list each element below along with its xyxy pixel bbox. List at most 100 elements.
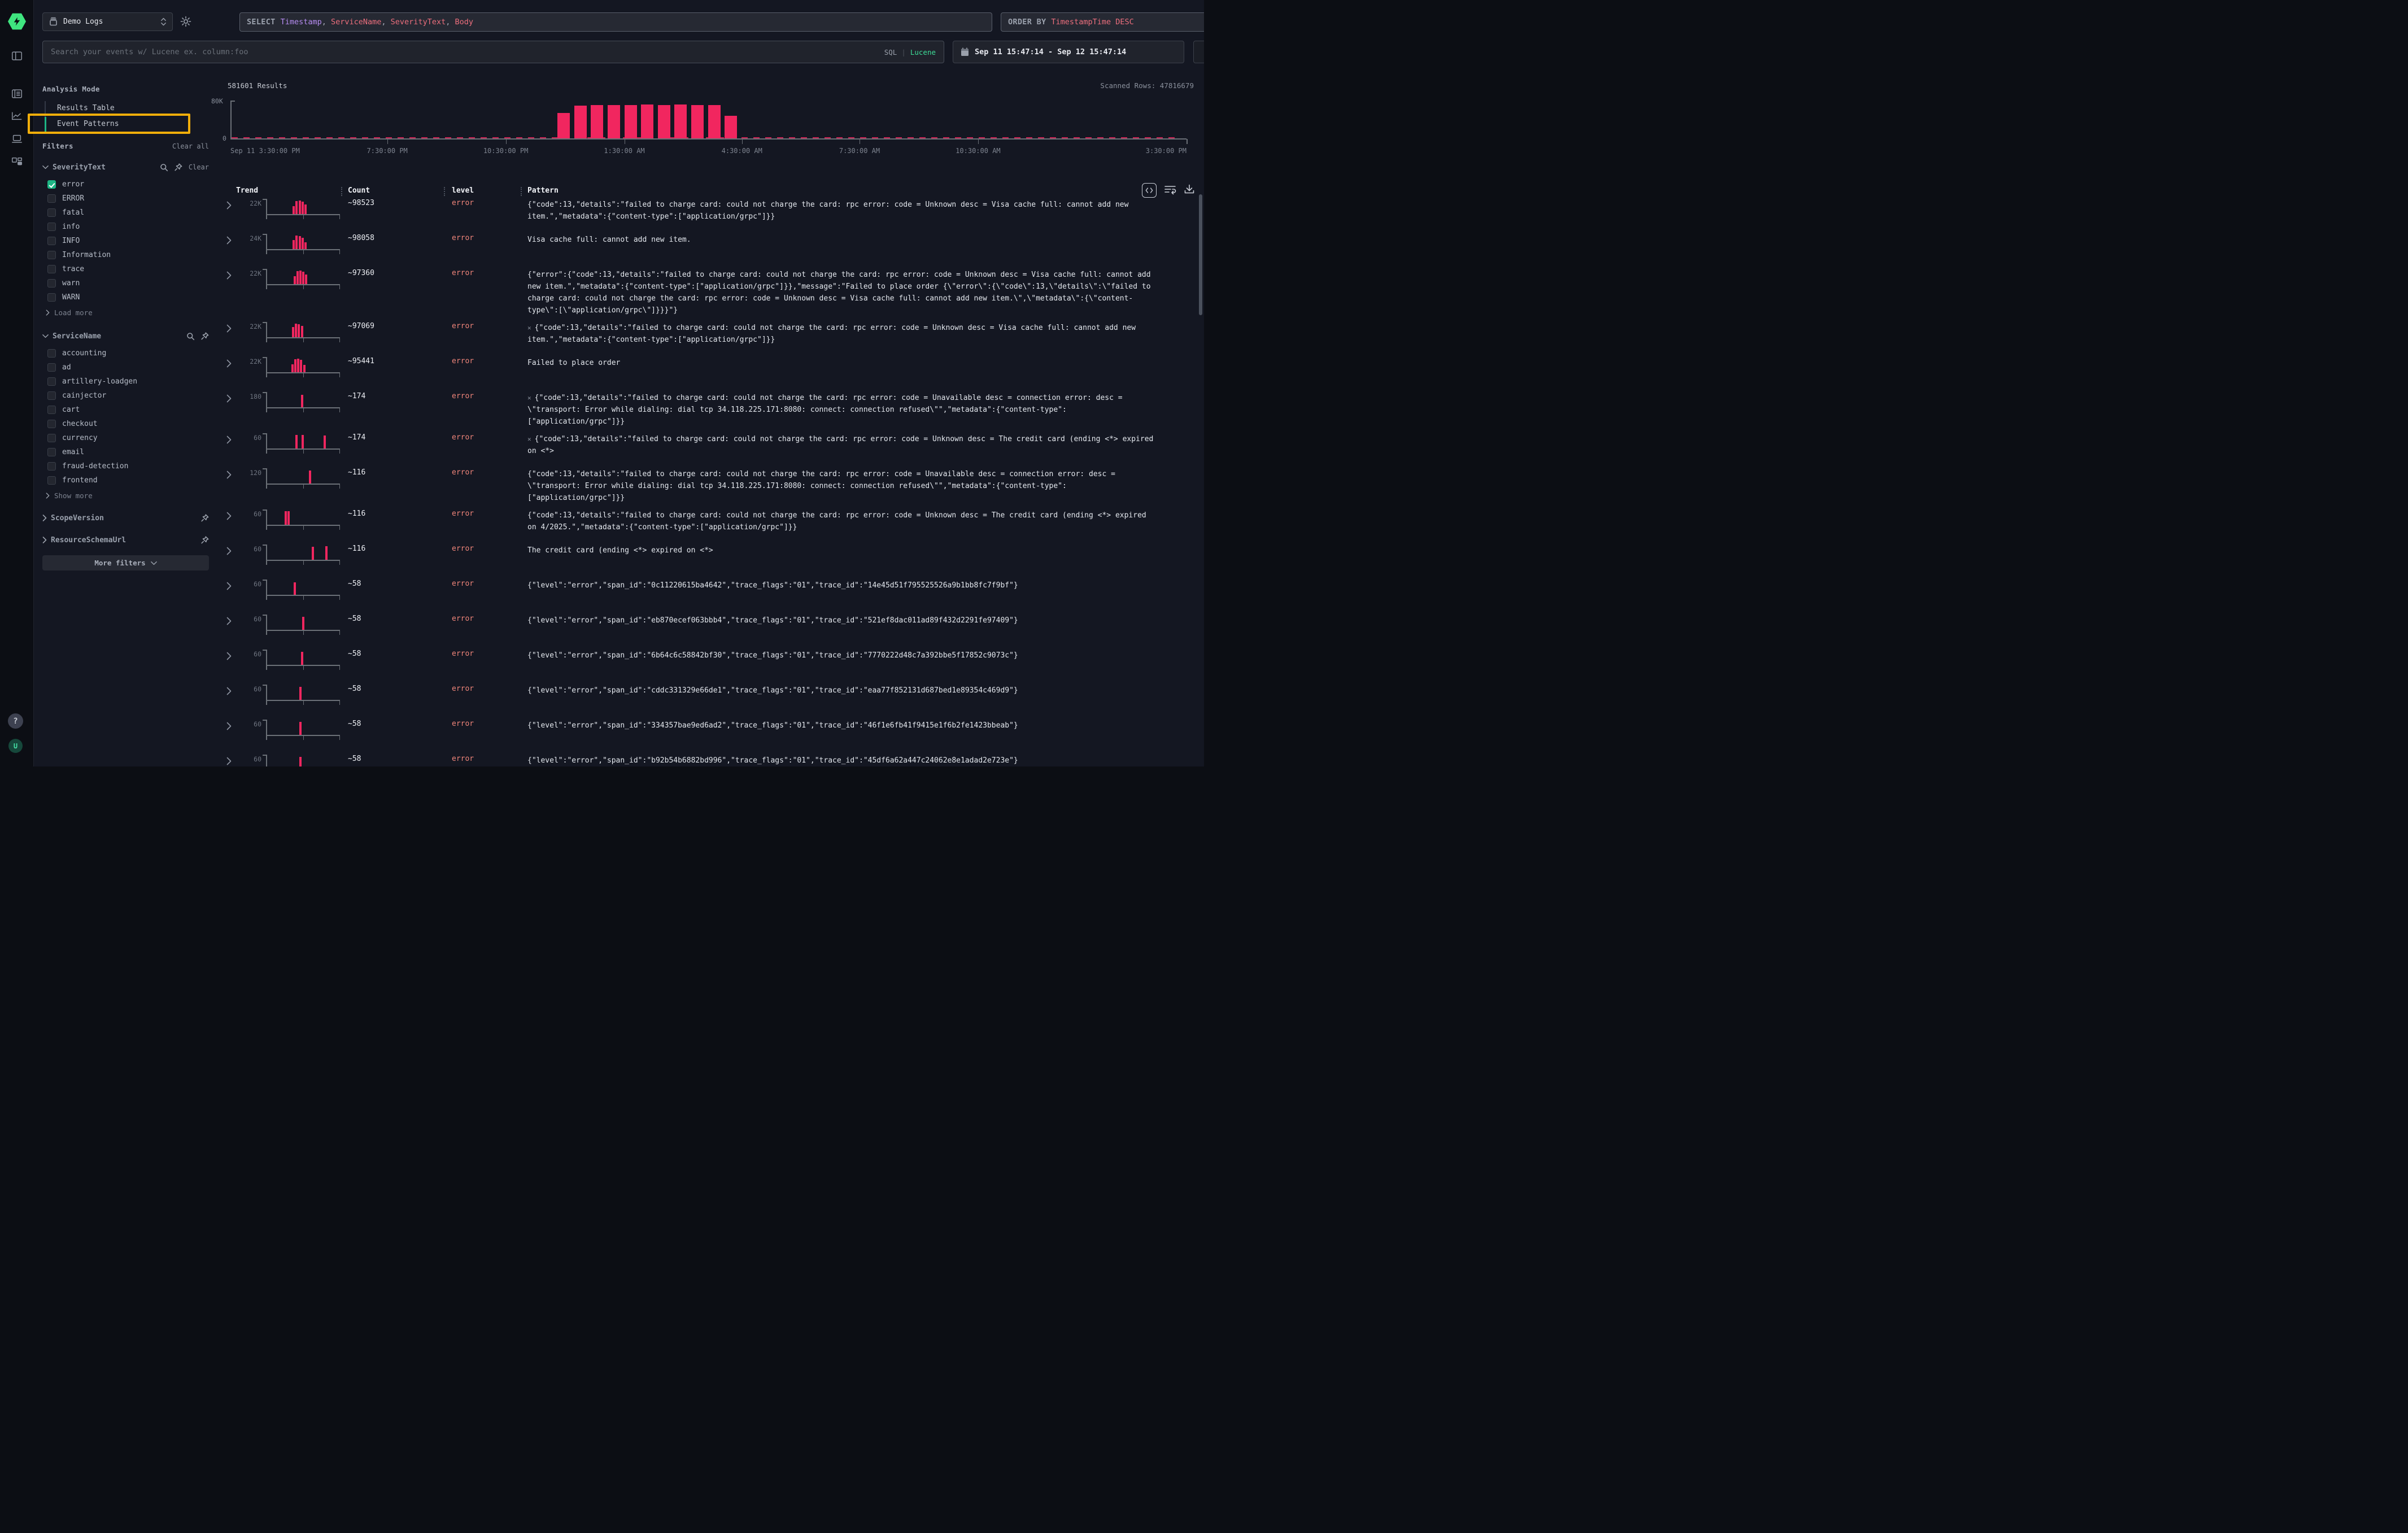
- clear-all-link[interactable]: Clear all: [172, 142, 209, 150]
- filter-option[interactable]: error: [42, 177, 209, 191]
- histogram-bar[interactable]: [574, 106, 587, 138]
- filter-option[interactable]: ERROR: [42, 191, 209, 206]
- select-query-input[interactable]: SELECT Timestamp, ServiceName, SeverityT…: [239, 12, 992, 32]
- row-expand-chevron[interactable]: [226, 199, 241, 212]
- order-by-input[interactable]: ORDER BY TimestampTime DESC: [1001, 12, 1204, 32]
- mode-sql-toggle[interactable]: SQL: [884, 48, 897, 56]
- histogram-bar[interactable]: [691, 105, 704, 138]
- time-range-picker[interactable]: Sep 11 15:47:14 - Sep 12 15:47:14: [953, 41, 1184, 63]
- filter-option[interactable]: INFO: [42, 234, 209, 248]
- filter-option[interactable]: info: [42, 220, 209, 234]
- checkbox[interactable]: [47, 194, 56, 203]
- help-button[interactable]: ?: [8, 713, 23, 729]
- filter-option[interactable]: accounting: [42, 346, 209, 360]
- checkbox[interactable]: [47, 279, 56, 288]
- pattern-text[interactable]: {"level":"error","span_id":"b92b54b6882b…: [527, 755, 1157, 766]
- sidebar-toggle-icon[interactable]: [11, 50, 23, 62]
- pin-icon[interactable]: [175, 163, 182, 171]
- filter-option[interactable]: Information: [42, 248, 209, 262]
- pattern-row[interactable]: 60~174error✕{"code":13,"details":"failed…: [217, 428, 1198, 463]
- pattern-row[interactable]: 22K~97360error{"error":{"code":13,"detai…: [217, 263, 1198, 316]
- pattern-text[interactable]: {"code":13,"details":"failed to charge c…: [527, 468, 1157, 504]
- pattern-text[interactable]: ✕{"code":13,"details":"failed to charge …: [527, 433, 1157, 457]
- histogram-bar[interactable]: [674, 104, 687, 138]
- pattern-row[interactable]: 60~58error{"level":"error","span_id":"6b…: [217, 644, 1198, 679]
- pattern-row[interactable]: 60~58error{"level":"error","span_id":"b9…: [217, 749, 1198, 766]
- search-input[interactable]: Search your events w/ Lucene ex. column:…: [42, 41, 944, 63]
- checkbox[interactable]: [47, 363, 56, 372]
- histogram-bar[interactable]: [708, 105, 721, 138]
- checkbox[interactable]: [47, 391, 56, 400]
- filter-option[interactable]: fatal: [42, 206, 209, 220]
- row-expand-chevron[interactable]: [226, 322, 241, 335]
- row-expand-chevron[interactable]: [226, 755, 241, 766]
- histogram-bar[interactable]: [625, 105, 637, 138]
- pattern-text[interactable]: {"level":"error","span_id":"6b64c6c58842…: [527, 650, 1157, 661]
- pattern-text[interactable]: {"level":"error","span_id":"cddc331329e6…: [527, 685, 1157, 696]
- vertical-scrollbar[interactable]: [1199, 194, 1202, 315]
- dashboards-icon[interactable]: [11, 156, 23, 168]
- filter-option[interactable]: checkout: [42, 417, 209, 431]
- app-logo-icon[interactable]: [8, 12, 26, 31]
- row-expand-chevron[interactable]: [226, 234, 241, 247]
- pattern-text[interactable]: Visa cache full: cannot add new item.: [527, 234, 1157, 246]
- filter-option[interactable]: trace: [42, 262, 209, 276]
- analysis-mode-event-patterns[interactable]: Event Patterns: [45, 117, 209, 133]
- mode-lucene-toggle[interactable]: Lucene: [910, 48, 936, 56]
- checkbox[interactable]: [47, 208, 56, 217]
- checkbox[interactable]: [47, 293, 56, 302]
- checkbox[interactable]: [47, 476, 56, 485]
- row-expand-chevron[interactable]: [226, 615, 241, 628]
- checkbox[interactable]: [47, 420, 56, 428]
- checkbox[interactable]: [47, 237, 56, 245]
- filter-option[interactable]: ad: [42, 360, 209, 374]
- filter-option[interactable]: WARN: [42, 290, 209, 304]
- pattern-row[interactable]: 60~116error{"code":13,"details":"failed …: [217, 504, 1198, 539]
- search-icon[interactable]: [160, 163, 168, 172]
- row-expand-chevron[interactable]: [226, 580, 241, 593]
- checkbox[interactable]: [47, 349, 56, 358]
- pattern-row[interactable]: 60~58error{"level":"error","span_id":"0c…: [217, 574, 1198, 609]
- row-expand-chevron[interactable]: [226, 720, 241, 733]
- more-filters-button[interactable]: More filters: [42, 555, 209, 570]
- filter-option[interactable]: currency: [42, 431, 209, 445]
- service-show-more[interactable]: Show more: [42, 489, 209, 502]
- filter-option[interactable]: email: [42, 445, 209, 459]
- filter-option[interactable]: warn: [42, 276, 209, 290]
- histogram-bar[interactable]: [591, 105, 603, 138]
- filter-option[interactable]: cart: [42, 403, 209, 417]
- filter-option[interactable]: frontend: [42, 473, 209, 487]
- dismiss-x-icon[interactable]: ✕: [527, 394, 531, 402]
- checkbox[interactable]: [47, 406, 56, 414]
- histogram-bar[interactable]: [641, 104, 653, 138]
- run-query-button[interactable]: [1193, 41, 1204, 63]
- histogram-bar[interactable]: [725, 116, 737, 138]
- pattern-text[interactable]: ✕{"code":13,"details":"failed to charge …: [527, 322, 1157, 346]
- histogram-bar[interactable]: [608, 105, 620, 138]
- histogram-bar[interactable]: [658, 105, 670, 138]
- row-expand-chevron[interactable]: [226, 392, 241, 405]
- facet-scopeversion-header[interactable]: ScopeVersion: [42, 512, 209, 524]
- source-select[interactable]: Demo Logs: [42, 12, 173, 31]
- pattern-text[interactable]: {"code":13,"details":"failed to charge c…: [527, 509, 1157, 533]
- checkbox[interactable]: [47, 265, 56, 273]
- pattern-row[interactable]: 180~174error✕{"code":13,"details":"faile…: [217, 386, 1198, 428]
- pattern-text[interactable]: {"level":"error","span_id":"eb870ecef063…: [527, 615, 1157, 626]
- search-icon[interactable]: [186, 332, 195, 341]
- pattern-row[interactable]: 60~58error{"level":"error","span_id":"cd…: [217, 679, 1198, 714]
- pin-icon[interactable]: [201, 332, 209, 340]
- checkbox[interactable]: [47, 180, 56, 189]
- row-expand-chevron[interactable]: [226, 545, 241, 558]
- pattern-text[interactable]: ✕{"code":13,"details":"failed to charge …: [527, 392, 1157, 428]
- checkbox[interactable]: [47, 448, 56, 456]
- row-expand-chevron[interactable]: [226, 509, 241, 522]
- pin-icon[interactable]: [201, 536, 209, 544]
- facet-servicename-header[interactable]: ServiceName: [42, 330, 209, 342]
- pin-icon[interactable]: [201, 514, 209, 522]
- filter-option[interactable]: artillery-loadgen: [42, 374, 209, 389]
- row-expand-chevron[interactable]: [226, 433, 241, 446]
- checkbox[interactable]: [47, 462, 56, 471]
- pattern-text[interactable]: {"level":"error","span_id":"334357bae9ed…: [527, 720, 1157, 731]
- pattern-text[interactable]: {"level":"error","span_id":"0c11220615ba…: [527, 580, 1157, 591]
- facet-clear-link[interactable]: Clear: [189, 163, 209, 171]
